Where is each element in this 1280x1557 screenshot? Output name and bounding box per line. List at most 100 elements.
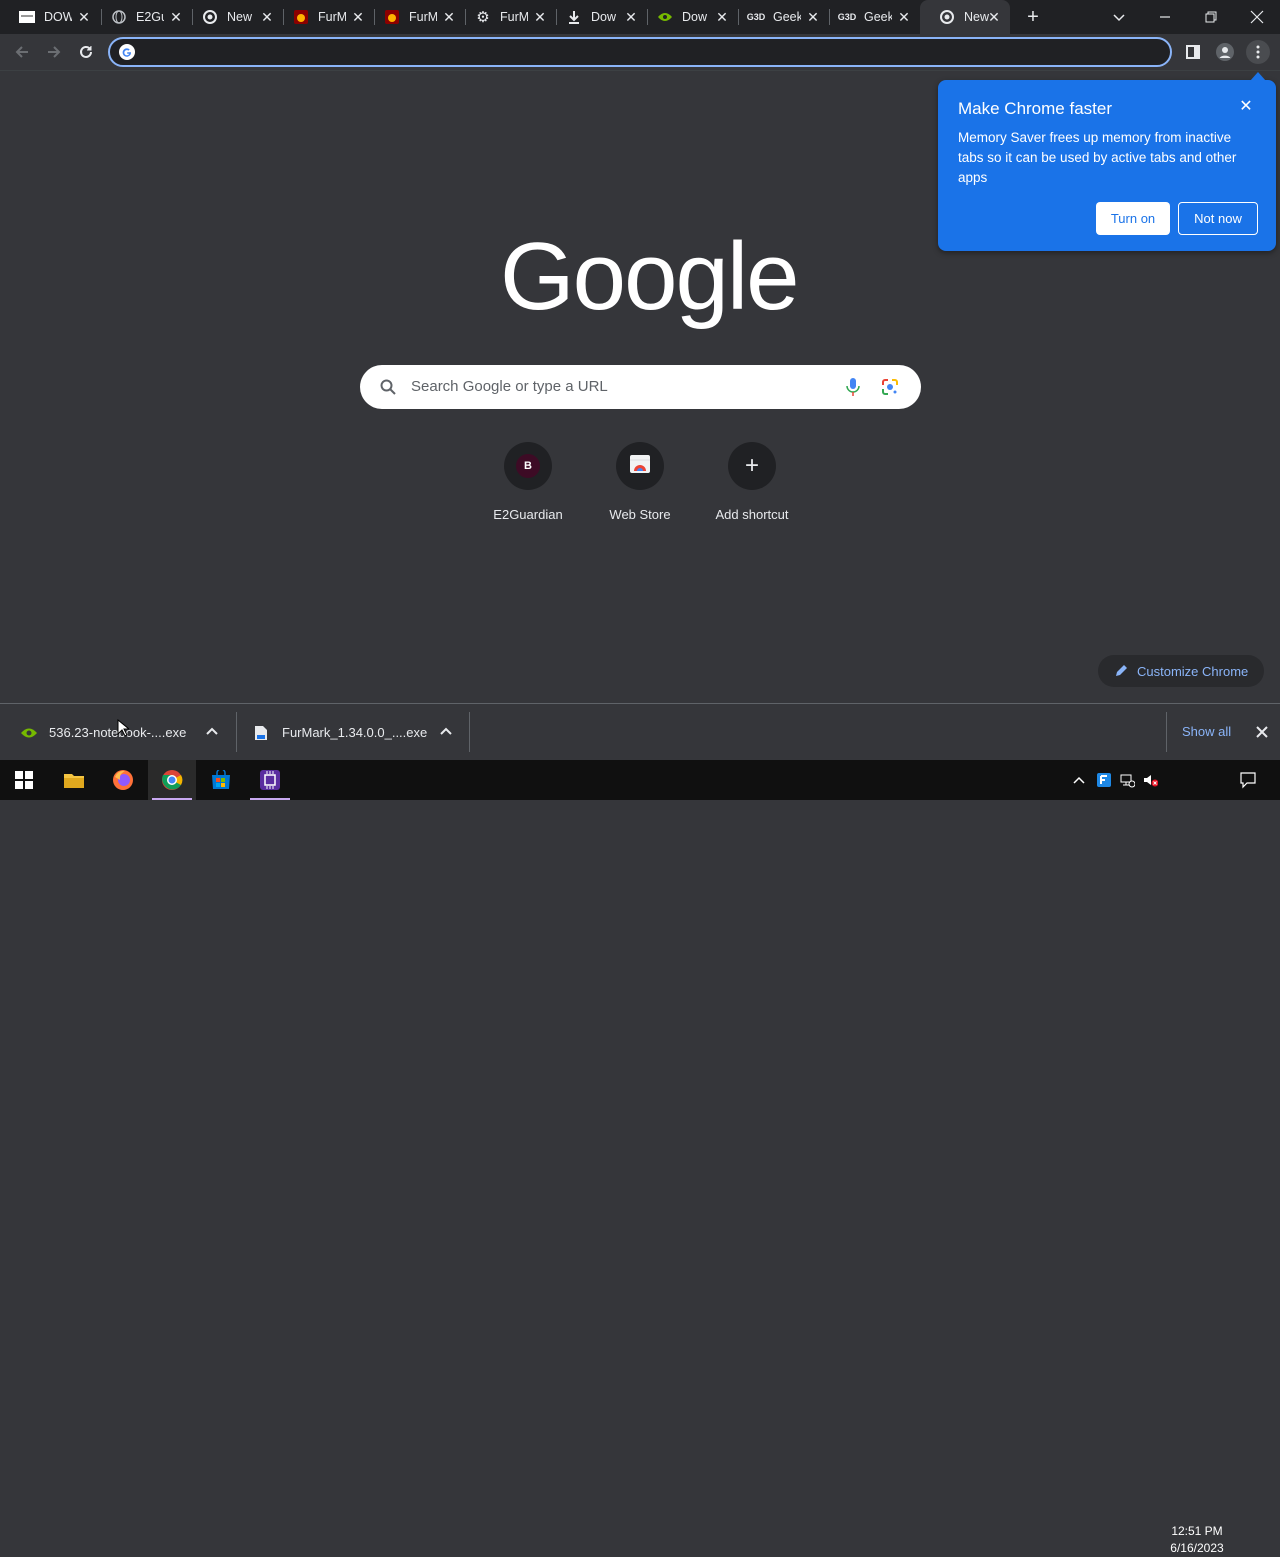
tab-title: Dow — [682, 10, 708, 24]
address-bar[interactable] — [108, 37, 1172, 67]
tab-title: E2Gu — [136, 10, 164, 24]
nvidia-icon — [657, 9, 673, 25]
tab-title: Dow — [591, 10, 617, 24]
shortcut-label: Add shortcut — [715, 507, 789, 522]
letter-avatar-icon: B — [516, 454, 540, 478]
plus-icon: + — [744, 452, 759, 479]
tab-title: DOW — [44, 10, 72, 24]
close-shelf-icon[interactable] — [1254, 724, 1270, 740]
forward-arrow-icon[interactable] — [42, 40, 66, 64]
close-icon[interactable]: ✕ — [532, 9, 548, 25]
tab-title: Geek — [864, 10, 892, 24]
close-window-icon[interactable] — [1248, 8, 1266, 26]
close-icon[interactable]: ✕ — [896, 9, 912, 25]
close-icon[interactable]: ✕ — [986, 9, 1002, 25]
tab-title: FurM — [500, 10, 528, 24]
network-icon[interactable] — [1119, 772, 1135, 788]
back-arrow-icon[interactable] — [10, 40, 34, 64]
globe-icon — [111, 9, 127, 25]
memory-saver-promo: Make Chrome faster ✕ Memory Saver frees … — [938, 72, 1276, 251]
google-lens-icon[interactable] — [881, 378, 899, 396]
google-g-icon — [119, 44, 135, 60]
not-now-button[interactable]: Not now — [1178, 202, 1258, 235]
download-shelf: 536.23-notebook-....exe FurMark_1.34.0.0… — [0, 703, 1280, 760]
shortcut-tile: B — [504, 442, 552, 490]
chrome-icon — [939, 9, 955, 25]
furmark-icon — [384, 9, 400, 25]
shortcut-label: Web Store — [609, 507, 671, 522]
tab-5[interactable]: FurM ✕ — [365, 0, 461, 34]
system-clock[interactable]: 12:51 PM 6/16/2023 — [1162, 1523, 1232, 1557]
firefox-icon[interactable] — [99, 760, 147, 800]
download-item[interactable]: FurMark_1.34.0.0_....exe — [237, 704, 469, 761]
close-icon[interactable]: ✕ — [805, 9, 821, 25]
kebab-menu-icon[interactable] — [1246, 40, 1270, 64]
tab-6[interactable]: ⚙ FurM ✕ — [456, 0, 552, 34]
reload-icon[interactable] — [74, 40, 98, 64]
tab-2[interactable]: E2Gu ✕ — [92, 0, 188, 34]
customize-label: Customize Chrome — [1137, 664, 1249, 679]
show-all-link[interactable]: Show all — [1182, 724, 1231, 739]
search-icon — [380, 379, 396, 395]
address-input[interactable] — [140, 43, 1140, 61]
volume-muted-icon[interactable] — [1142, 772, 1158, 788]
tab-title: FurM — [318, 10, 346, 24]
download-divider — [1166, 712, 1167, 752]
furmark-icon — [293, 9, 309, 25]
tab-3[interactable]: New ✕ — [183, 0, 279, 34]
tab-title: New — [227, 10, 253, 24]
tab-10[interactable]: G3D Geek ✕ — [820, 0, 916, 34]
tab-1[interactable]: DOW ✕ — [0, 0, 96, 34]
tab-11-active[interactable]: New ✕ — [920, 0, 1010, 34]
search-box[interactable]: Search Google or type a URL — [360, 365, 921, 409]
close-icon[interactable]: ✕ — [259, 9, 275, 25]
close-icon[interactable]: ✕ — [623, 9, 639, 25]
tab-title: Geek — [773, 10, 801, 24]
installer-file-icon — [254, 725, 268, 741]
close-icon[interactable]: ✕ — [350, 9, 366, 25]
chrome-icon — [202, 9, 218, 25]
turn-on-button[interactable]: Turn on — [1096, 202, 1170, 235]
promo-title: Make Chrome faster — [958, 99, 1112, 118]
tab-search-chevron-icon[interactable] — [1110, 8, 1128, 26]
tab-8[interactable]: Dow ✕ — [638, 0, 734, 34]
profile-avatar-icon[interactable] — [1213, 40, 1237, 64]
microsoft-store-icon[interactable] — [197, 760, 245, 800]
restore-icon[interactable] — [1202, 8, 1220, 26]
close-icon[interactable]: ✕ — [168, 9, 184, 25]
minimize-icon[interactable] — [1156, 8, 1174, 26]
microphone-icon[interactable] — [846, 377, 860, 397]
windows-taskbar: 12:51 PM 6/16/2023 — [0, 760, 1280, 1555]
tab-title: FurM — [409, 10, 437, 24]
new-tab-plus-icon[interactable]: + — [1023, 7, 1043, 27]
close-icon[interactable]: ✕ — [714, 9, 730, 25]
chevron-up-icon[interactable] — [439, 725, 453, 739]
page-favicon-icon — [19, 9, 35, 25]
shortcut-label: E2Guardian — [493, 507, 563, 522]
tab-7[interactable]: Dow ✕ — [547, 0, 643, 34]
tray-app-icon[interactable] — [1096, 772, 1112, 788]
chrome-taskbar-icon[interactable] — [148, 760, 196, 800]
shortcut-e2guardian[interactable]: B E2Guardian — [472, 442, 584, 532]
tab-9[interactable]: G3D Geek ✕ — [729, 0, 825, 34]
close-icon[interactable]: ✕ — [76, 9, 92, 25]
chevron-up-icon[interactable] — [205, 725, 219, 739]
clock-date: 6/16/2023 — [1170, 1541, 1224, 1555]
popup-arrow — [1250, 72, 1266, 81]
file-explorer-icon[interactable] — [50, 760, 98, 800]
cpu-utility-icon[interactable] — [246, 760, 294, 800]
close-icon[interactable]: ✕ — [441, 9, 457, 25]
customize-chrome-button[interactable]: Customize Chrome — [1098, 655, 1264, 687]
tab-strip: DOW ✕ E2Gu ✕ New ✕ FurM ✕ FurM ✕ ⚙ FurM … — [0, 0, 1280, 34]
windows-start-icon[interactable] — [0, 760, 48, 800]
close-icon[interactable]: ✕ — [1237, 98, 1255, 116]
notification-center-icon[interactable] — [1239, 771, 1257, 789]
download-icon — [566, 9, 582, 25]
side-panel-icon[interactable] — [1181, 40, 1205, 64]
shortcut-add[interactable]: + Add shortcut — [696, 442, 808, 532]
shortcut-web-store[interactable]: Web Store — [584, 442, 696, 532]
tab-4[interactable]: FurM ✕ — [274, 0, 370, 34]
gear-icon: ⚙ — [476, 9, 490, 26]
shortcut-tile: + — [728, 442, 776, 490]
show-hidden-icons-chevron-icon[interactable] — [1071, 772, 1087, 788]
